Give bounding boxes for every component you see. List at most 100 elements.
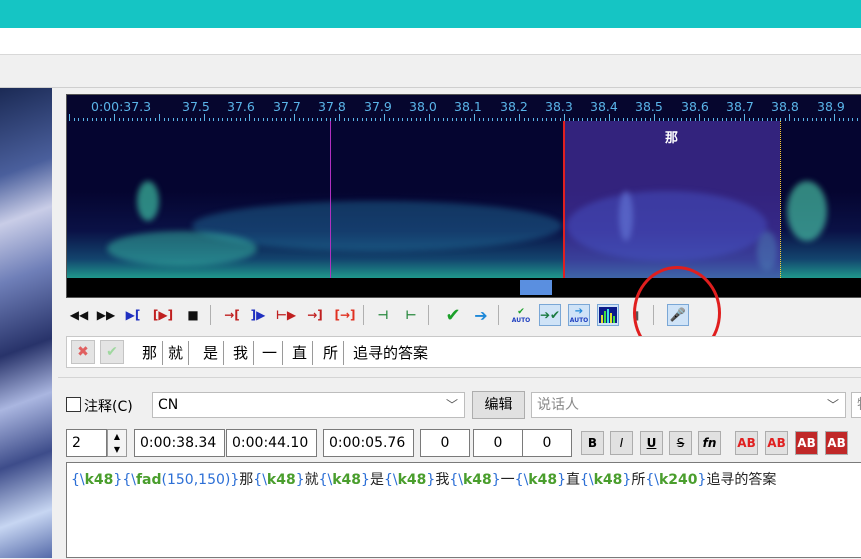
shadow-color-button[interactable]: AB xyxy=(825,431,848,455)
timeline-tick xyxy=(474,114,475,121)
timeline-label: 38.2 xyxy=(500,99,528,114)
syllable-label: 那 xyxy=(665,131,679,146)
shift-start-icon[interactable]: ⊣ xyxy=(372,304,394,326)
auto-next-commit-icon[interactable]: ➔✔ xyxy=(539,304,561,326)
text-segment: 追寻的答案 xyxy=(706,472,777,488)
text-segment: {\ xyxy=(71,472,85,488)
play-after-end-icon[interactable]: →] xyxy=(304,304,326,326)
text-segment: {\ xyxy=(318,472,333,488)
text-segment: k48 xyxy=(593,472,623,488)
commit-icon[interactable]: ✔ xyxy=(442,304,464,326)
text-segment: } xyxy=(295,472,305,488)
prev-line-icon[interactable]: ◀◀ xyxy=(68,304,90,326)
outline-color-button[interactable]: AB xyxy=(795,431,818,455)
spectrum-icon[interactable] xyxy=(597,304,619,326)
primary-color-button[interactable]: AB xyxy=(735,431,758,455)
audio-scrollbar[interactable] xyxy=(67,278,861,297)
text-segment: 我 xyxy=(435,472,450,488)
text-segment: k48 xyxy=(84,472,114,488)
audio-scrollbar-thumb[interactable] xyxy=(520,280,552,295)
selection-start-marker[interactable] xyxy=(563,121,565,278)
timeline-tick xyxy=(339,114,340,121)
timeline-label: 38.1 xyxy=(454,99,482,114)
timeline-label: 38.6 xyxy=(681,99,709,114)
accept-check-icon[interactable]: ✔ xyxy=(100,340,124,364)
text-segment: {\ xyxy=(449,472,463,488)
text-segment: 是 xyxy=(369,472,384,488)
play-before-start-icon[interactable]: →[ xyxy=(221,304,243,326)
text-segment: )} xyxy=(224,472,240,488)
play-to-end-icon[interactable]: [→] xyxy=(334,304,356,326)
effect-field[interactable]: 特 xyxy=(851,392,861,418)
subtitle-text-editor[interactable]: {\k48}{\fad(150,150)}那{\k48}就{\k48}是{\k4… xyxy=(66,462,861,558)
syllable-1[interactable]: 就 xyxy=(163,341,190,365)
syllable-5[interactable]: 直 xyxy=(287,341,314,365)
text-segment: {\ xyxy=(580,472,594,488)
layer-spinner[interactable]: ▲ ▼ xyxy=(107,429,127,457)
video-preview[interactable] xyxy=(0,88,52,558)
actor-dropdown[interactable]: 说话人 ﹀ xyxy=(531,392,846,418)
go-next-icon[interactable]: ➔ xyxy=(470,304,492,326)
timeline-label: 38.4 xyxy=(590,99,618,114)
text-segment: } xyxy=(361,472,370,488)
shift-end-icon[interactable]: ⊢ xyxy=(400,304,422,326)
actor-placeholder: 说话人 xyxy=(537,397,579,413)
toolbar-separator xyxy=(428,305,429,325)
underline-button[interactable]: U xyxy=(640,431,663,455)
margin-right-field[interactable]: 0 xyxy=(473,429,523,457)
timeline-tick xyxy=(744,114,745,121)
text-segment: 150 xyxy=(166,472,194,488)
text-segment: 直 xyxy=(566,472,580,488)
timeline-tick xyxy=(519,114,520,121)
bold-button[interactable]: B xyxy=(581,431,604,455)
italic-button[interactable]: I xyxy=(610,431,633,455)
timeline-label: 38.7 xyxy=(726,99,754,114)
margin-vertical-field[interactable]: 0 xyxy=(522,429,572,457)
timeline-label: 37.5 xyxy=(182,99,210,114)
font-button[interactable]: fn xyxy=(698,431,721,455)
text-segment: {\ xyxy=(645,472,659,488)
timeline-label: 37.6 xyxy=(227,99,255,114)
auto-commit-icon[interactable]: ✔ AUTO xyxy=(510,304,532,326)
play-selection-icon[interactable]: ▶[ xyxy=(122,304,144,326)
end-time-field[interactable]: 0:00:44.10 xyxy=(226,429,317,457)
timeline-label: 37.9 xyxy=(364,99,392,114)
next-line-icon[interactable]: ▶▶ xyxy=(95,304,117,326)
syllable-3[interactable]: 我 xyxy=(228,341,255,365)
text-segment: k48 xyxy=(332,472,362,488)
comment-label[interactable]: 注释(C) xyxy=(84,396,133,416)
start-time-field[interactable]: 0:00:38.34 xyxy=(134,429,225,457)
play-line-icon[interactable]: [▶] xyxy=(152,304,174,326)
style-dropdown[interactable]: CN ﹀ xyxy=(152,392,465,418)
text-segment: k48 xyxy=(266,472,296,488)
syllable-2[interactable]: 是 xyxy=(198,341,225,365)
syllable-4[interactable]: 一 xyxy=(257,341,284,365)
play-before-end-icon[interactable]: ⊢▶ xyxy=(275,304,297,326)
cancel-icon[interactable]: ✖ xyxy=(71,340,95,364)
timeline-tick xyxy=(114,114,115,121)
auto-scroll-icon[interactable]: ➔ AUTO xyxy=(568,304,590,326)
text-segment: } xyxy=(491,472,501,488)
margin-left-field[interactable]: 0 xyxy=(420,429,470,457)
timeline-tick xyxy=(429,114,430,121)
syllable-0[interactable]: 那 xyxy=(137,341,164,365)
syllable-7[interactable]: 追寻的答案 xyxy=(348,341,433,365)
strikeout-button[interactable]: S xyxy=(669,431,692,455)
duration-field[interactable]: 0:00:05.76 xyxy=(323,429,414,457)
timeline-label: 38.0 xyxy=(409,99,437,114)
stop-icon[interactable]: ■ xyxy=(182,304,204,326)
audio-display[interactable]: 0:00:37.3 37.5 37.6 37.7 37.8 37.9 38.0 38.1 38.… xyxy=(66,94,861,298)
play-after-start-icon[interactable]: ]▶ xyxy=(247,304,269,326)
comment-checkbox[interactable] xyxy=(66,397,81,412)
text-segment: {\ xyxy=(253,472,267,488)
audio-timeline[interactable]: 0:00:37.3 37.5 37.6 37.7 37.8 37.9 38.0 38.1 38.… xyxy=(67,95,861,121)
secondary-color-button[interactable]: AB xyxy=(765,431,788,455)
edit-style-button[interactable]: 编辑 xyxy=(472,391,525,419)
spectrogram[interactable]: 那 xyxy=(67,121,861,278)
text-segment: }{\ xyxy=(113,472,136,488)
layer-field[interactable]: 2 xyxy=(66,429,107,457)
syllable-6[interactable]: 所 xyxy=(318,341,345,365)
text-segment: 150 xyxy=(198,472,225,488)
selection-end-marker[interactable] xyxy=(780,121,781,278)
text-segment: 一 xyxy=(500,472,515,488)
